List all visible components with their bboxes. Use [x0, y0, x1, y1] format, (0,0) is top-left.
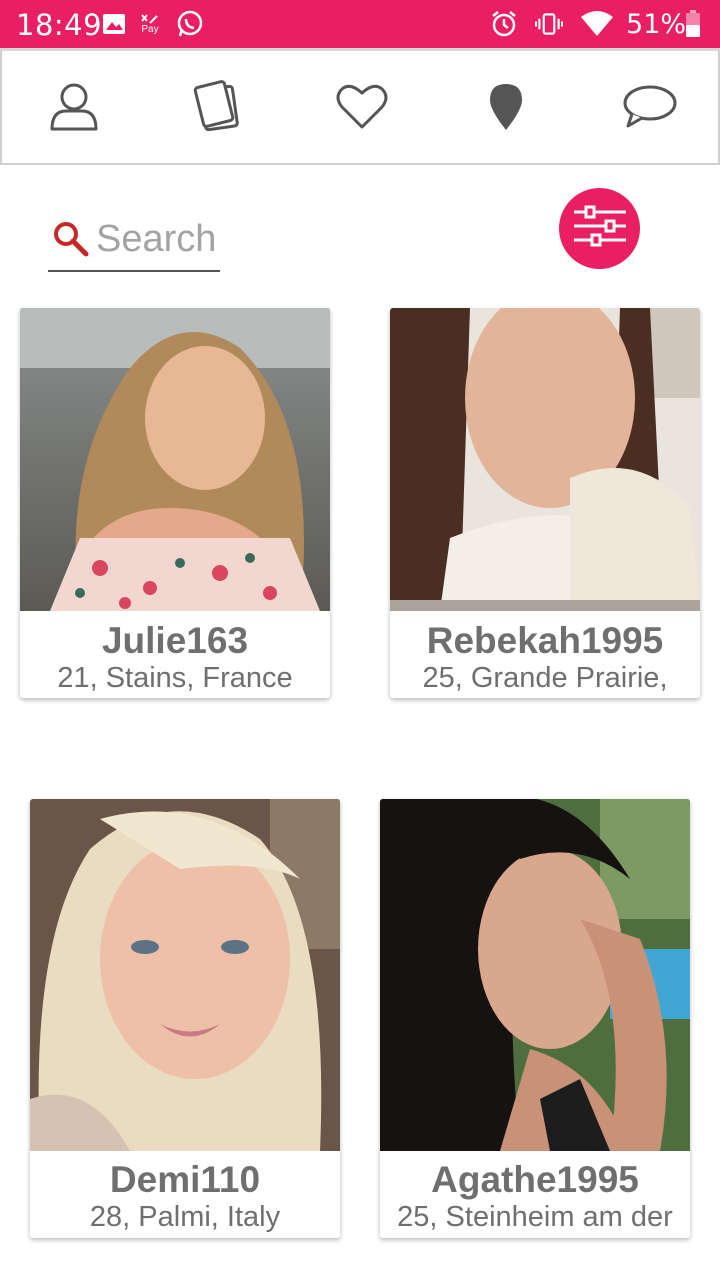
heart-icon: [336, 83, 388, 136]
profile-info: 25, Grande Prairie,: [422, 662, 668, 694]
profile-photo: [390, 308, 700, 611]
search-box: [48, 214, 220, 272]
pay-icon: Pay: [136, 10, 164, 38]
search-icon: [52, 220, 90, 263]
profile-card[interactable]: Rebekah1995 25, Grande Prairie,: [390, 308, 700, 698]
profile-card[interactable]: Agathe1995 25, Steinheim am der: [380, 799, 690, 1238]
whatsapp-icon: [176, 10, 204, 38]
profile-card[interactable]: Julie163 21, Stains, France: [20, 308, 330, 698]
sliders-icon: [572, 204, 628, 253]
image-icon: [100, 10, 128, 38]
profile-name: Agathe1995: [431, 1159, 639, 1200]
search-input[interactable]: [96, 216, 220, 262]
status-time: 18:49: [16, 8, 103, 42]
profile-info: 21, Stains, France: [57, 662, 293, 694]
alarm-icon: [490, 10, 518, 38]
profile-info: 28, Palmi, Italy: [89, 1201, 281, 1233]
profile-icon: [48, 81, 100, 138]
nav-nearby-button[interactable]: [476, 79, 536, 139]
filter-button[interactable]: [559, 188, 640, 269]
profile-photo: [380, 799, 690, 1151]
profile-name: Demi110: [109, 1159, 261, 1200]
cards-icon: [191, 79, 245, 139]
profile-photo: [20, 308, 330, 611]
battery-percent: 51%: [626, 9, 687, 40]
location-pin-icon: [486, 82, 526, 137]
profile-name: Rebekah1995: [426, 620, 664, 661]
chat-bubble-icon: [622, 84, 678, 135]
top-nav: [0, 48, 720, 165]
profile-card[interactable]: Demi110 28, Palmi, Italy: [30, 799, 340, 1238]
vibrate-icon: [535, 10, 563, 38]
profile-photo: [30, 799, 340, 1151]
nav-cards-button[interactable]: [188, 79, 248, 139]
profile-name: Julie163: [101, 620, 249, 661]
status-bar: 18:49 Pay 51%: [0, 0, 720, 48]
nav-likes-button[interactable]: [332, 79, 392, 139]
wifi-icon: [580, 10, 614, 38]
nav-messages-button[interactable]: [620, 79, 680, 139]
pay-label: Pay: [141, 24, 159, 35]
profile-info: 25, Steinheim am der: [397, 1201, 673, 1233]
battery-icon: [684, 10, 702, 38]
nav-profile-button[interactable]: [44, 79, 104, 139]
